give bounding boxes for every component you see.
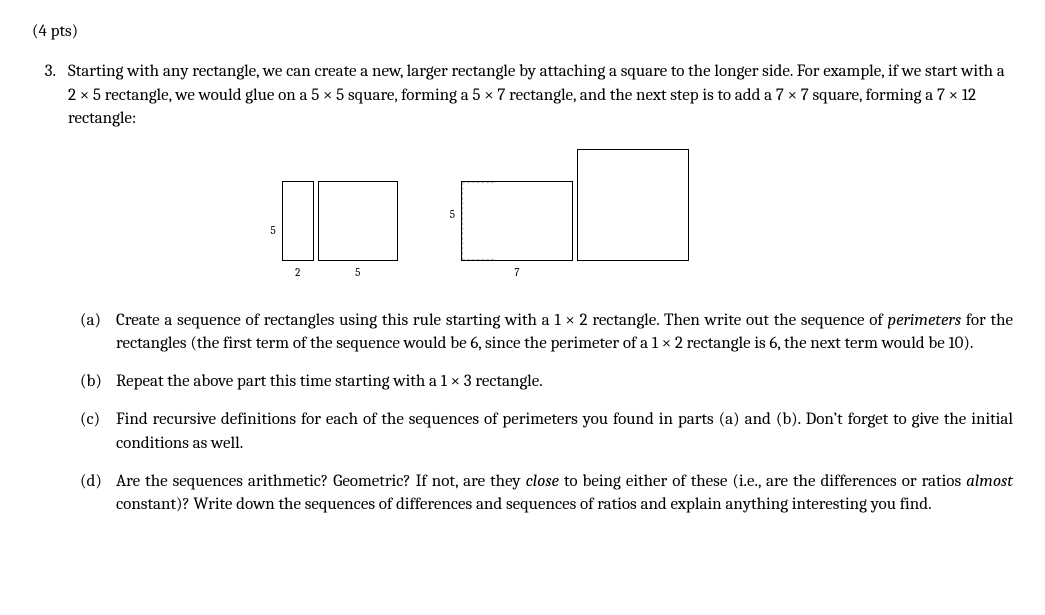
diagram2-height-label: 5 [450,207,455,222]
part-a-letter: (a) [80,309,106,357]
rect-5x5 [318,181,398,261]
part-d-seg1: Are the sequences arithmetic? Geometric?… [116,472,526,491]
part-d-seg2: to being either of these (i.e., are the … [559,472,966,491]
rect-7x7 [577,149,689,261]
faint-division [462,182,494,260]
diagram-row: 5 2 5 5 [271,149,811,280]
part-c-letter: (c) [80,408,106,456]
problem-stem: Starting with any rectangle, we can crea… [68,60,1013,131]
diagram1-rects: 2 5 [282,181,398,280]
part-b: (b) Repeat the above part this time star… [80,370,1013,394]
part-d-text: Are the sequences arithmetic? Geometric?… [116,470,1013,518]
part-d-seg3: constant)? Write down the sequences of d… [116,495,932,514]
part-c: (c) Find recursive definitions for each … [80,408,1013,456]
diagram1-rect-2x5: 2 [282,181,314,280]
part-a-italic: perimeters [888,311,961,330]
part-d-letter: (d) [80,470,106,518]
diagram2-label-7: 7 [461,265,573,280]
part-d: (d) Are the sequences arithmetic? Geomet… [80,470,1013,518]
rect-5x7 [461,181,573,261]
part-d-italic1: close [526,472,559,491]
problem-body: Starting with any rectangle, we can crea… [68,60,1013,531]
diagram-group-1: 5 2 5 [271,181,398,280]
part-a-text: Create a sequence of rectangles using th… [116,309,1013,357]
rect-2x5 [282,181,314,261]
diagram2-rects: 7 [461,149,689,280]
subparts-list: (a) Create a sequence of rectangles usin… [80,309,1013,518]
points-header: (4 pts) [32,20,1013,44]
part-d-italic2: almost [966,472,1013,491]
diagram1-height-label: 5 [271,223,276,238]
part-a-seg1: Create a sequence of rectangles using th… [116,311,888,330]
part-c-text: Find recursive definitions for each of t… [116,408,1013,456]
diagram1-label-2: 2 [295,265,300,280]
problem-3: 3. Starting with any rectangle, we can c… [32,60,1013,531]
part-b-letter: (b) [80,370,106,394]
problem-number: 3. [32,60,56,531]
diagram-group-2: 5 7 [450,149,689,280]
diagram1-label-5: 5 [355,265,360,280]
part-a: (a) Create a sequence of rectangles usin… [80,309,1013,357]
diagram1-rect-5x5: 5 [318,181,398,280]
part-b-text: Repeat the above part this time starting… [116,370,1013,394]
